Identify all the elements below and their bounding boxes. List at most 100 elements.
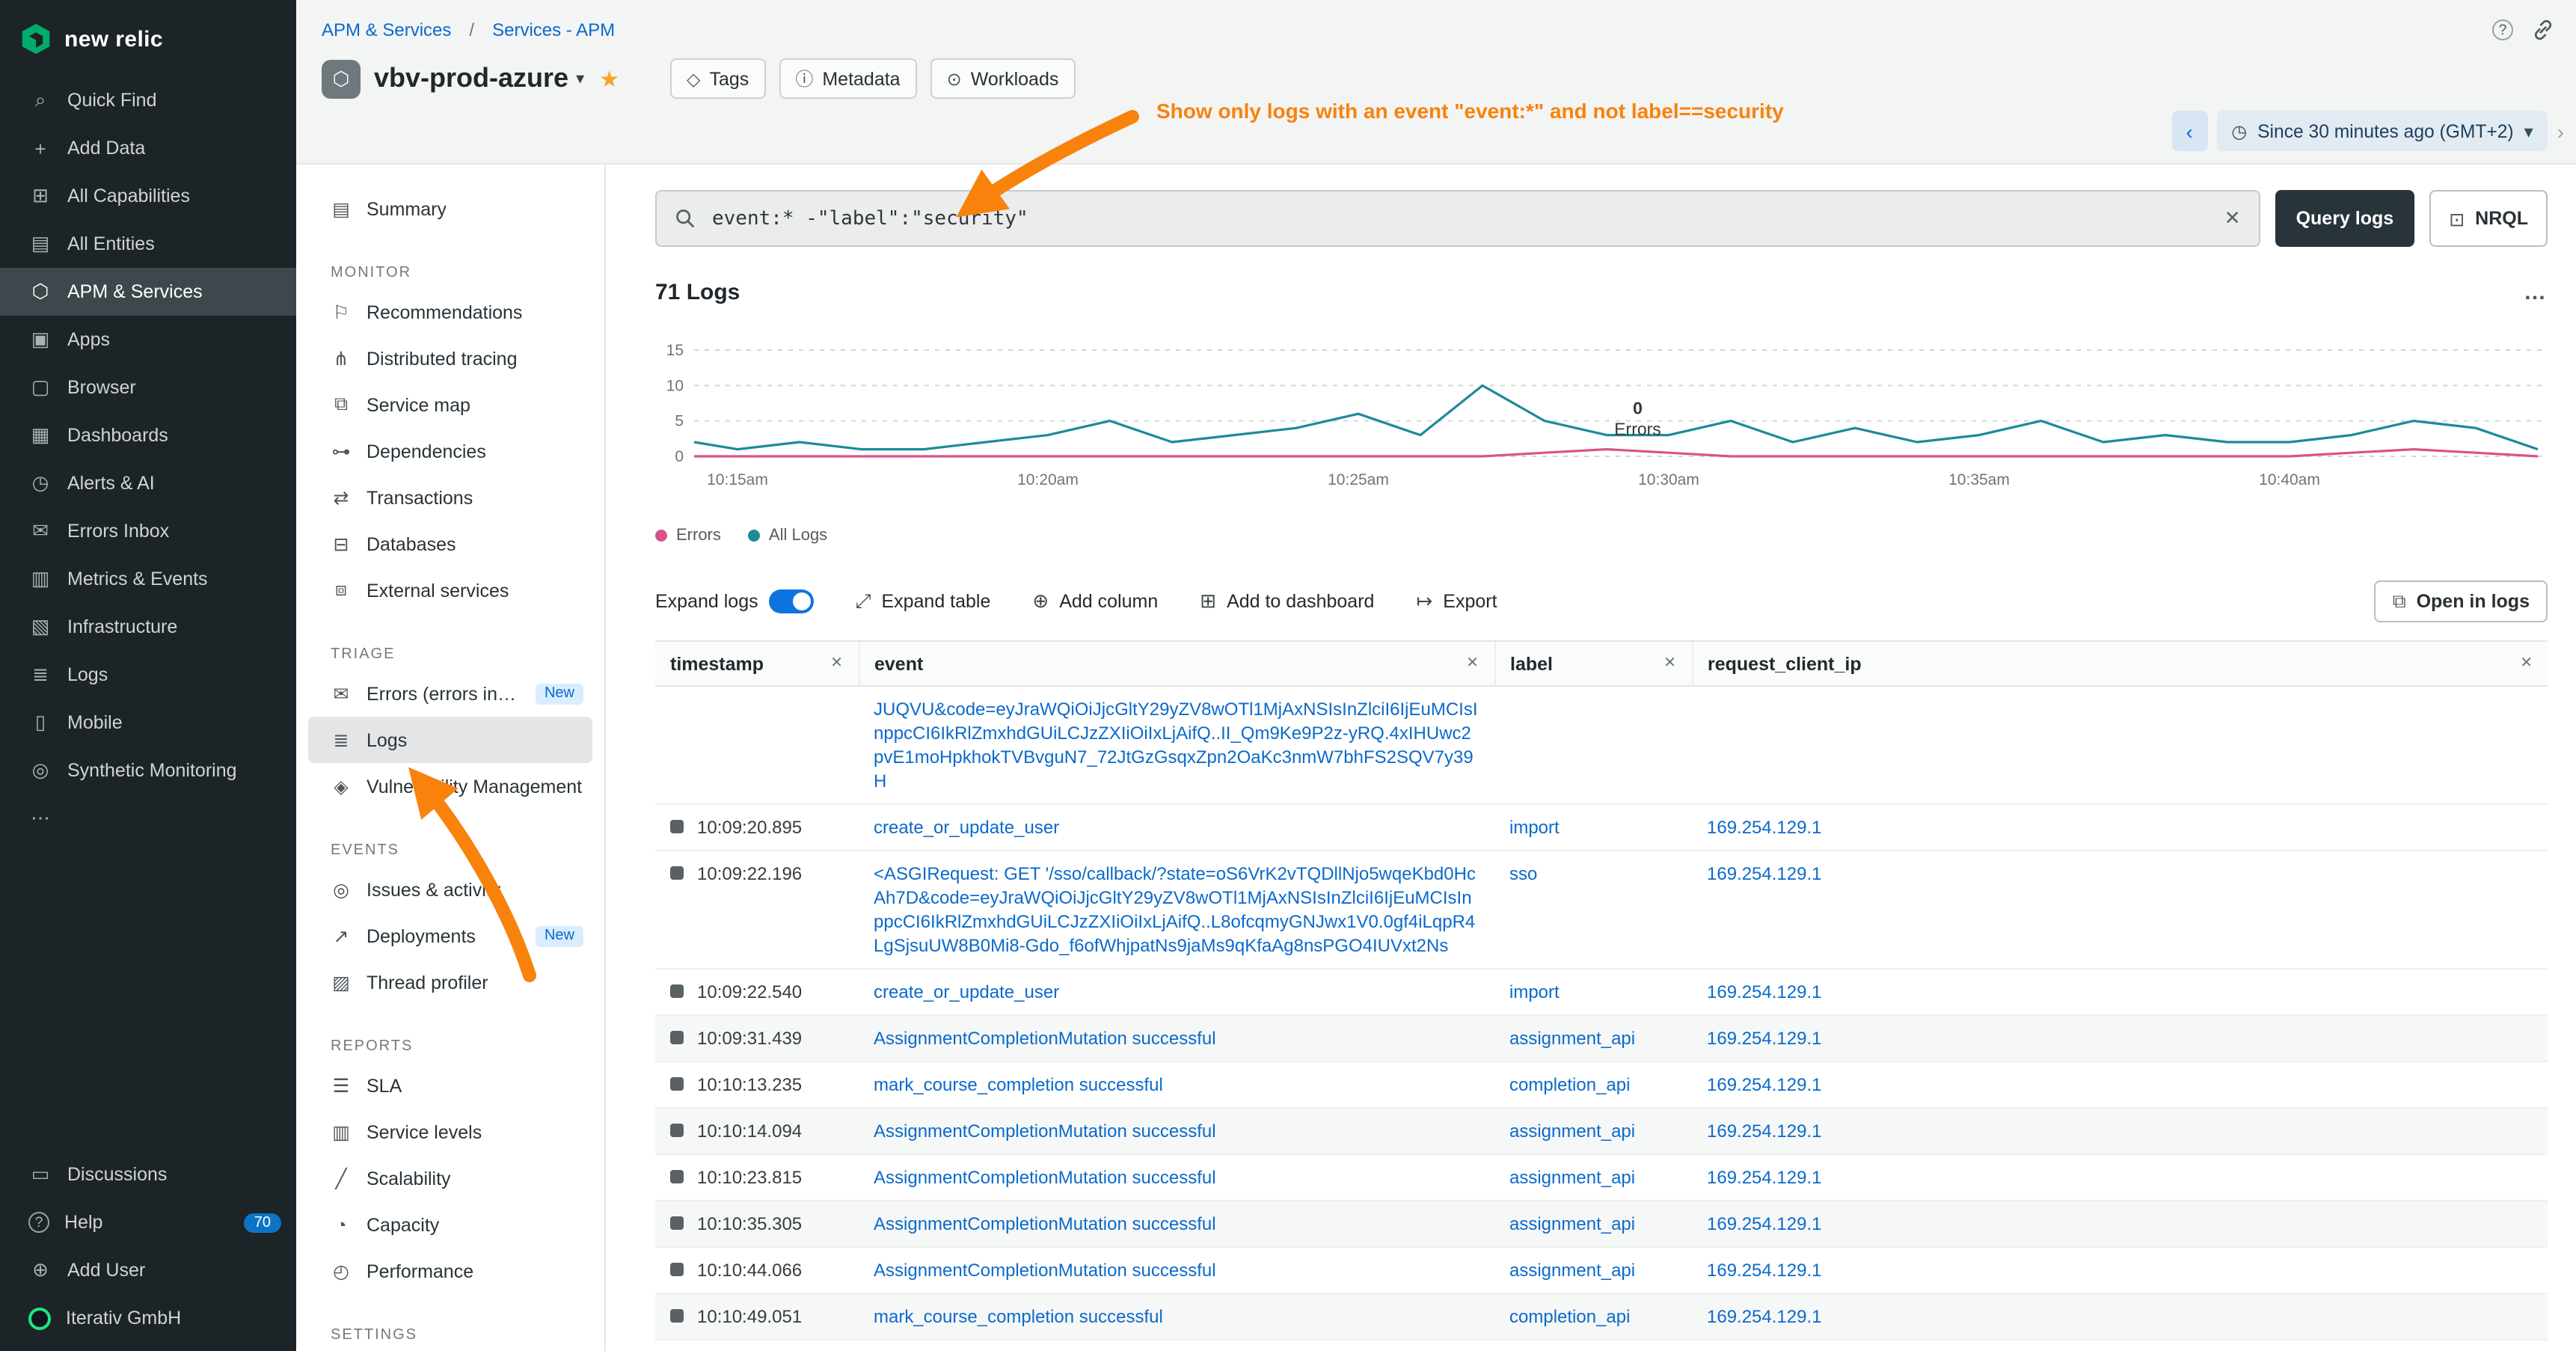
sidebar-item-all-capabilities[interactable]: ⊞All Capabilities [0, 172, 296, 220]
subnav-item-dependencies[interactable]: ⊶Dependencies [308, 428, 592, 474]
subnav-item-databases[interactable]: ⊟Databases [308, 521, 592, 567]
time-prev-button[interactable]: ‹ [2171, 111, 2207, 151]
event-link[interactable]: create_or_update_user [874, 981, 1059, 1002]
event-link[interactable]: AssignmentCompletionMutation successful [874, 1121, 1216, 1142]
breadcrumb-services-apm[interactable]: Services - APM [492, 19, 615, 40]
subnav-item-vulnerability-management[interactable]: ◈Vulnerability Management [308, 763, 592, 809]
tags-button[interactable]: ◇ Tags [670, 58, 765, 99]
time-next-button[interactable]: › [2557, 119, 2564, 143]
logs-more-menu-icon[interactable]: … [2524, 280, 2548, 305]
event-link[interactable]: mark_course_completion successful [874, 1306, 1163, 1327]
subnav-item-deployments[interactable]: ↗DeploymentsNew [308, 913, 592, 959]
column-header-timestamp[interactable]: timestamp✕ [655, 641, 859, 686]
label-link[interactable]: import [1509, 981, 1560, 1002]
ip-link[interactable]: 169.254.129.1 [1707, 1260, 1822, 1281]
log-row[interactable]: 10:09:31.439AssignmentCompletionMutation… [655, 1015, 2548, 1062]
subnav-item-scalability[interactable]: ╱Scalability [308, 1155, 592, 1201]
log-row[interactable]: JUQVU&code=eyJraWQiOiJjcGltY29yZV8wOTl1M… [655, 686, 2548, 804]
entity-chevron-down-icon[interactable]: ▾ [576, 69, 584, 88]
subnav-item-distributed-tracing[interactable]: ⋔Distributed tracing [308, 335, 592, 382]
sidebar-item-all-entities[interactable]: ▤All Entities [0, 220, 296, 268]
sidebar-item-help[interactable]: ?Help70 [0, 1198, 296, 1246]
export-button[interactable]: ↦ Export [1416, 589, 1497, 613]
log-row[interactable]: 10:09:20.895create_or_update_userimport1… [655, 804, 2548, 851]
ip-link[interactable]: 169.254.129.1 [1707, 1121, 1822, 1142]
ip-link[interactable]: 169.254.129.1 [1707, 1306, 1822, 1327]
remove-column-icon[interactable]: ✕ [1466, 655, 1479, 672]
event-link[interactable]: mark_course_completion successful [874, 1074, 1163, 1095]
column-header-event[interactable]: event✕ [859, 641, 1494, 686]
ip-link[interactable]: 169.254.129.1 [1707, 1213, 1822, 1234]
query-logs-button[interactable]: Query logs [2275, 190, 2415, 247]
remove-column-icon[interactable]: ✕ [2520, 655, 2533, 672]
ip-link[interactable]: 169.254.129.1 [1707, 817, 1822, 838]
log-row[interactable]: 10:09:22.540create_or_update_userimport1… [655, 969, 2548, 1015]
subnav-item-issues-activity[interactable]: ◎Issues & activity [308, 866, 592, 913]
subnav-item-capacity[interactable]: ◔Capacity [308, 1201, 592, 1248]
sidebar-item-metrics-events[interactable]: ▥Metrics & Events [0, 555, 296, 603]
log-row[interactable]: 10:10:49.051mark_course_completion succe… [655, 1293, 2548, 1340]
label-link[interactable]: assignment_api [1509, 1028, 1635, 1049]
log-row[interactable]: 10:10:14.094AssignmentCompletionMutation… [655, 1108, 2548, 1154]
log-row[interactable]: 10:10:13.235mark_course_completion succe… [655, 1062, 2548, 1108]
expand-table-button[interactable]: ⤢ Expand table [856, 589, 991, 613]
log-query-input[interactable] [709, 206, 2211, 231]
subnav-item-service-map[interactable]: ⧉Service map [308, 382, 592, 428]
subnav-item-logs[interactable]: ≣Logs [308, 717, 592, 763]
sidebar-item-logs[interactable]: ≣Logs [0, 651, 296, 699]
sidebar-item-errors-inbox[interactable]: ✉Errors Inbox [0, 507, 296, 555]
open-in-logs-button[interactable]: ⧉ Open in logs [2375, 580, 2548, 622]
subnav-item-recommendations[interactable]: ⚐Recommendations [308, 289, 592, 335]
favorite-star-icon[interactable]: ★ [599, 65, 619, 92]
add-to-dashboard-button[interactable]: ⊞ Add to dashboard [1200, 589, 1374, 613]
subnav-item-external-services[interactable]: ⧈External services [308, 567, 592, 613]
subnav-item-summary[interactable]: ▤Summary [308, 186, 592, 232]
subnav-item-performance[interactable]: ◴Performance [308, 1248, 592, 1294]
label-link[interactable]: import [1509, 817, 1560, 838]
event-link[interactable]: JUQVU&code=eyJraWQiOiJjcGltY29yZV8wOTl1M… [874, 699, 1478, 791]
log-row[interactable]: 10:11:00.311AssignmentCompletionMutation… [655, 1340, 2548, 1351]
log-row[interactable]: 10:10:44.066AssignmentCompletionMutation… [655, 1247, 2548, 1293]
sidebar-item-apm-services[interactable]: ⬡APM & Services [0, 268, 296, 316]
log-row[interactable]: 10:10:35.305AssignmentCompletionMutation… [655, 1201, 2548, 1247]
label-link[interactable]: assignment_api [1509, 1213, 1635, 1234]
label-link[interactable]: completion_api [1509, 1306, 1630, 1327]
sidebar-item-infrastructure[interactable]: ▧Infrastructure [0, 603, 296, 651]
subnav-item-sla[interactable]: ☰SLA [308, 1062, 592, 1109]
sidebar-item-browser[interactable]: ▢Browser [0, 364, 296, 411]
sidebar-item-synthetic-monitoring[interactable]: ◎Synthetic Monitoring [0, 747, 296, 794]
event-link[interactable]: AssignmentCompletionMutation successful [874, 1260, 1216, 1281]
label-link[interactable]: assignment_api [1509, 1121, 1635, 1142]
legend-errors[interactable]: Errors [655, 527, 721, 545]
sidebar-item-mobile[interactable]: ▯Mobile [0, 699, 296, 747]
event-link[interactable]: AssignmentCompletionMutation successful [874, 1028, 1216, 1049]
subnav-item-transactions[interactable]: ⇄Transactions [308, 474, 592, 521]
remove-column-icon[interactable]: ✕ [830, 655, 843, 672]
remove-column-icon[interactable]: ✕ [1663, 655, 1676, 672]
sidebar-item-alerts-ai[interactable]: ◷Alerts & AI [0, 459, 296, 507]
ip-link[interactable]: 169.254.129.1 [1707, 1074, 1822, 1095]
event-link[interactable]: AssignmentCompletionMutation successful [874, 1167, 1216, 1188]
copy-link-icon[interactable] [2531, 18, 2555, 42]
subnav-item-errors-errors-inb[interactable]: ✉Errors (errors inb...New [308, 670, 592, 717]
ip-link[interactable]: 169.254.129.1 [1707, 1028, 1822, 1049]
subnav-item-service-levels[interactable]: ▥Service levels [308, 1109, 592, 1155]
clear-query-icon[interactable]: ✕ [2224, 206, 2241, 230]
label-link[interactable]: assignment_api [1509, 1260, 1635, 1281]
time-range-button[interactable]: ◷ Since 30 minutes ago (GMT+2) ▾ [2216, 111, 2548, 151]
sidebar-item-dashboards[interactable]: ▦Dashboards [0, 411, 296, 459]
event-link[interactable]: create_or_update_user [874, 817, 1059, 838]
log-row[interactable]: 10:09:22.196<ASGIRequest: GET '/sso/call… [655, 851, 2548, 969]
sidebar-item-add-user[interactable]: ⊕Add User [0, 1246, 296, 1294]
entity-name[interactable]: vbv-prod-azure [374, 63, 568, 94]
new-relic-logo[interactable]: new relic [0, 0, 296, 64]
label-link[interactable]: completion_api [1509, 1074, 1630, 1095]
label-link[interactable]: sso [1509, 863, 1537, 884]
sidebar-item-add-data[interactable]: +Add Data [0, 124, 296, 172]
ip-link[interactable]: 169.254.129.1 [1707, 1167, 1822, 1188]
help-icon[interactable]: ? [2492, 19, 2513, 40]
sidebar-item-quick-find[interactable]: ⌕Quick Find [0, 76, 296, 124]
add-column-button[interactable]: ⊕ Add column [1032, 589, 1158, 613]
sidebar-item-more[interactable]: ⋯ [0, 794, 296, 842]
ip-link[interactable]: 169.254.129.1 [1707, 863, 1822, 884]
